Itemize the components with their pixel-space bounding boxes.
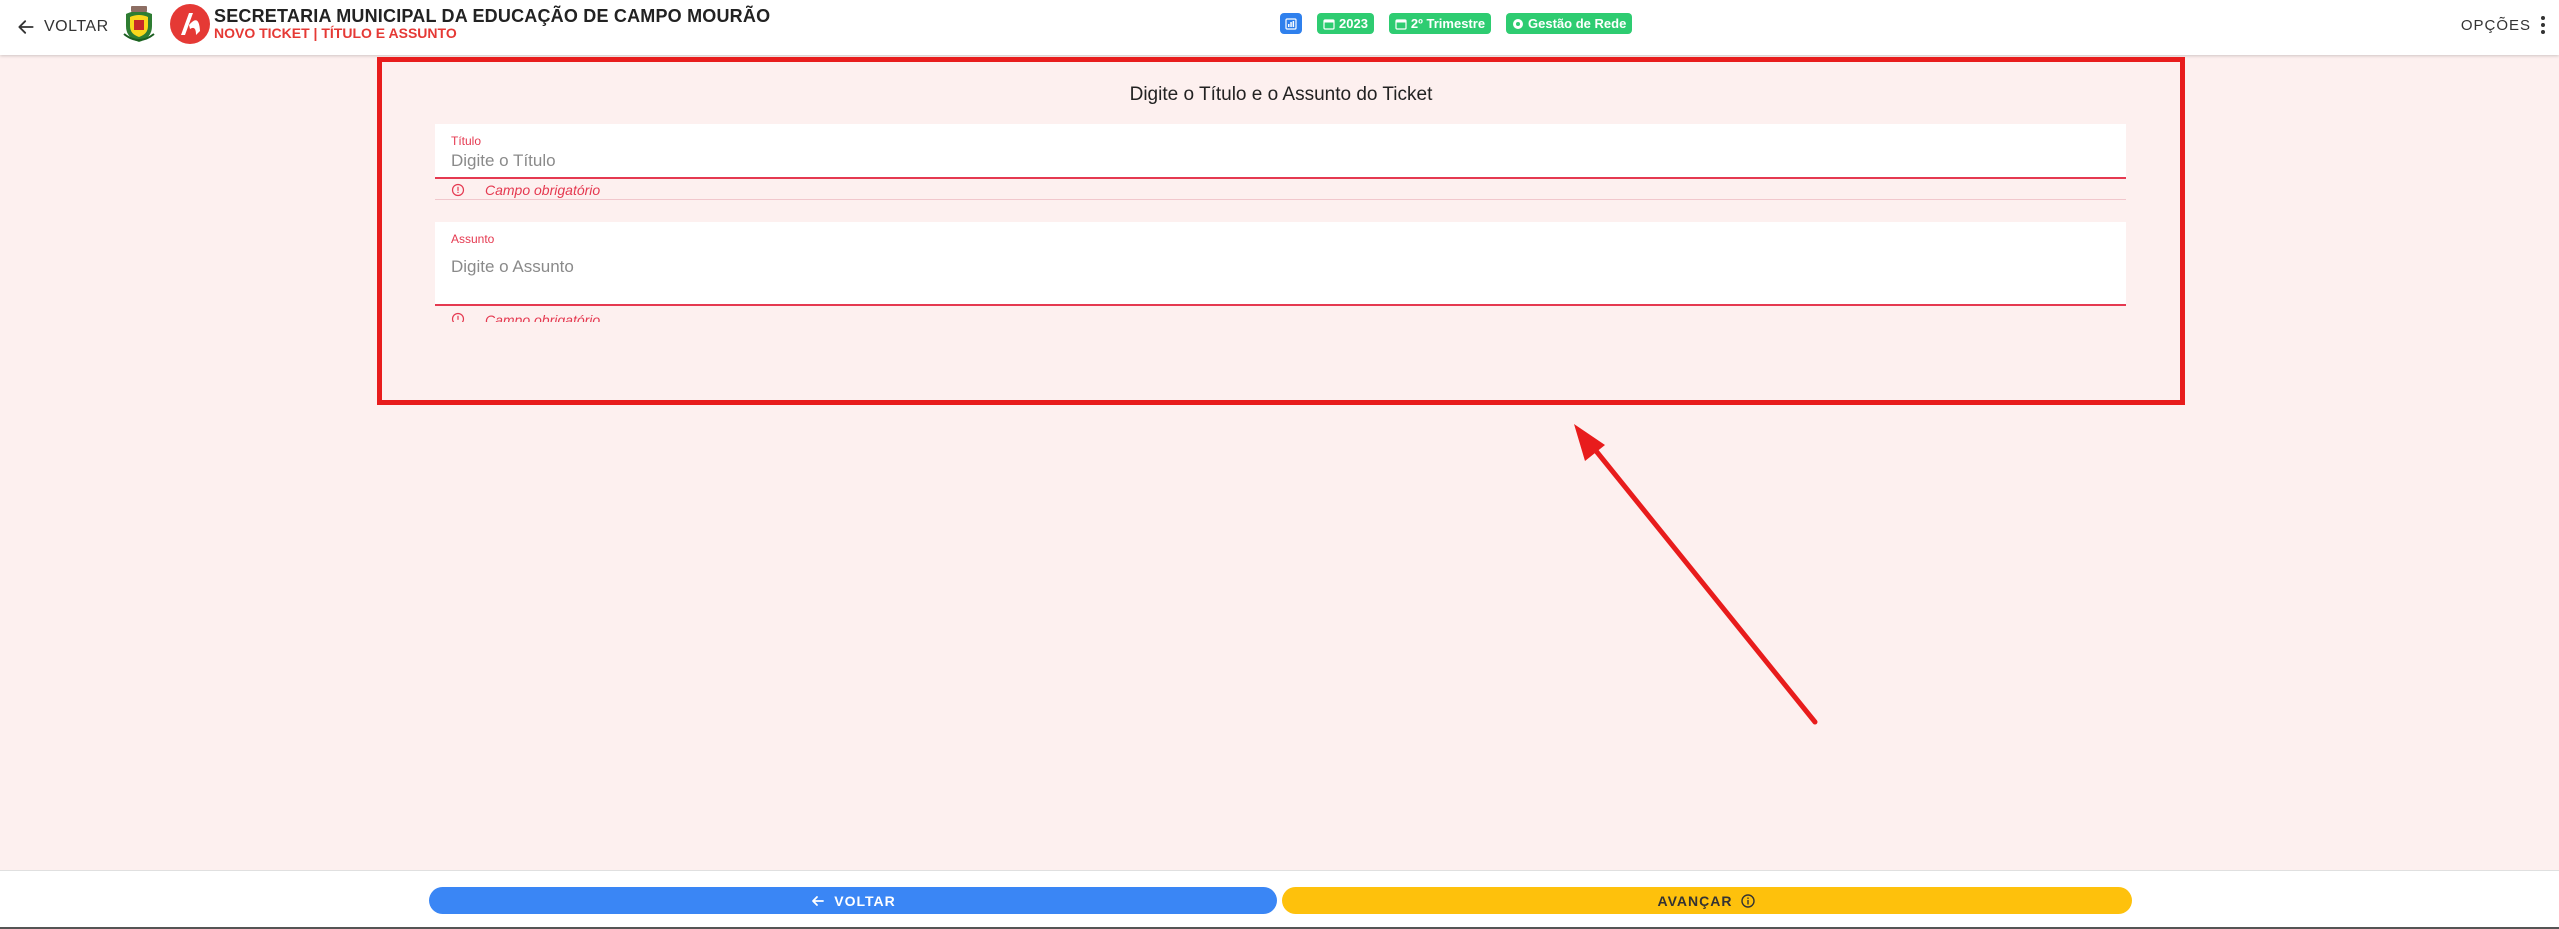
- more-vert-icon: [2541, 16, 2545, 34]
- info-circle-icon: [1741, 893, 1756, 908]
- dashboard-chip[interactable]: [1280, 13, 1302, 34]
- term-chip[interactable]: 2º Trimestre: [1388, 13, 1492, 34]
- options-label: OPÇÕES: [2460, 16, 2531, 34]
- calendar-icon: [1395, 18, 1407, 30]
- arrow-left-icon: [812, 895, 825, 906]
- year-chip[interactable]: 2023: [1317, 13, 1374, 34]
- org-title: SECRETARIA MUNICIPAL DA EDUCAÇÃO DE CAMP…: [214, 6, 771, 26]
- context-chips: 2023 2º Trimestre Gestão de Rede: [1280, 13, 1633, 34]
- options-menu-button[interactable]: OPÇÕES: [2461, 16, 2545, 34]
- municipal-crest-logo: [123, 6, 155, 42]
- back-button-label: VOLTAR: [834, 892, 896, 909]
- page-subtitle: NOVO TICKET | TÍTULO E ASSUNTO: [214, 25, 457, 41]
- bottom-action-bar: VOLTAR AVANÇAR: [0, 870, 2559, 929]
- back-button[interactable]: VOLTAR: [429, 887, 1277, 914]
- header-back-link[interactable]: VOLTAR: [16, 16, 109, 38]
- highlight-annotation-box: [377, 57, 2185, 405]
- year-chip-label: 2023: [1339, 16, 1368, 31]
- header-back-label: VOLTAR: [44, 18, 109, 35]
- next-button[interactable]: AVANÇAR: [1282, 887, 2132, 914]
- next-button-label: AVANÇAR: [1657, 892, 1733, 909]
- brand-logo: [170, 4, 210, 44]
- area-chip[interactable]: Gestão de Rede: [1506, 13, 1633, 34]
- arrow-left-icon: [18, 20, 34, 34]
- area-chip-label: Gestão de Rede: [1528, 16, 1627, 31]
- bar-chart-icon: [1285, 17, 1297, 30]
- network-icon: [1513, 18, 1524, 29]
- term-chip-label: 2º Trimestre: [1410, 16, 1486, 31]
- calendar-icon: [1323, 18, 1335, 30]
- top-app-bar: VOLTAR SECRETARIA MUNICIPAL DA EDUCAÇÃO …: [0, 0, 2559, 55]
